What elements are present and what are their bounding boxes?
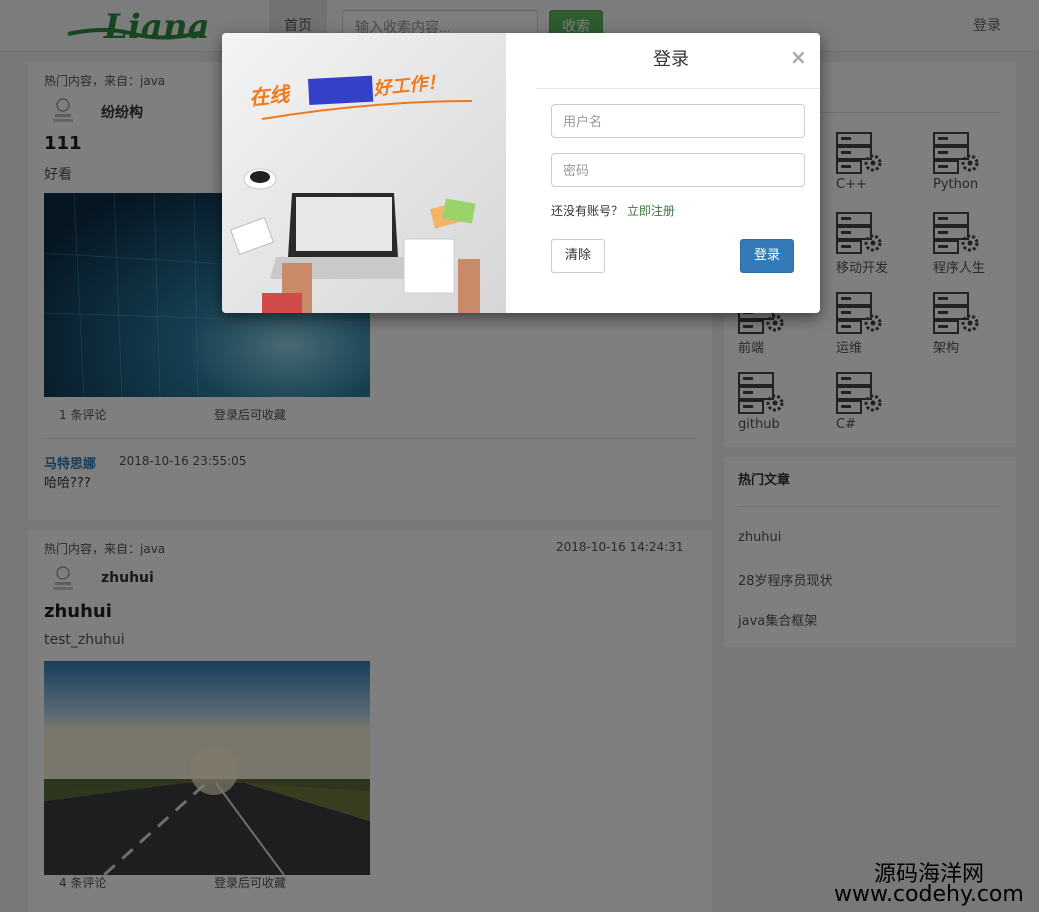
site-watermark: 源码海洋网 www.codehy.com: [834, 856, 1039, 912]
watermark-line2: www.codehy.com: [834, 882, 1024, 907]
username-field[interactable]: [551, 104, 805, 138]
password-field[interactable]: [551, 153, 805, 187]
modal-title: 登录: [653, 49, 689, 70]
close-icon[interactable]: ×: [790, 45, 807, 69]
login-button[interactable]: 登录: [740, 239, 794, 273]
clear-button[interactable]: 清除: [551, 239, 605, 273]
banner-text-left: 在线: [248, 82, 293, 110]
divider: [536, 88, 820, 89]
modal-banner-image: 在线 好工作！: [222, 33, 506, 313]
login-modal: 在线 好工作！ 登录 × 还没有账号？ 立即注册 清除 登录: [222, 33, 820, 313]
register-prompt-text: 还没有账号？: [551, 204, 624, 218]
register-link[interactable]: 立即注册: [627, 204, 675, 218]
register-prompt: 还没有账号？ 立即注册: [551, 202, 675, 219]
